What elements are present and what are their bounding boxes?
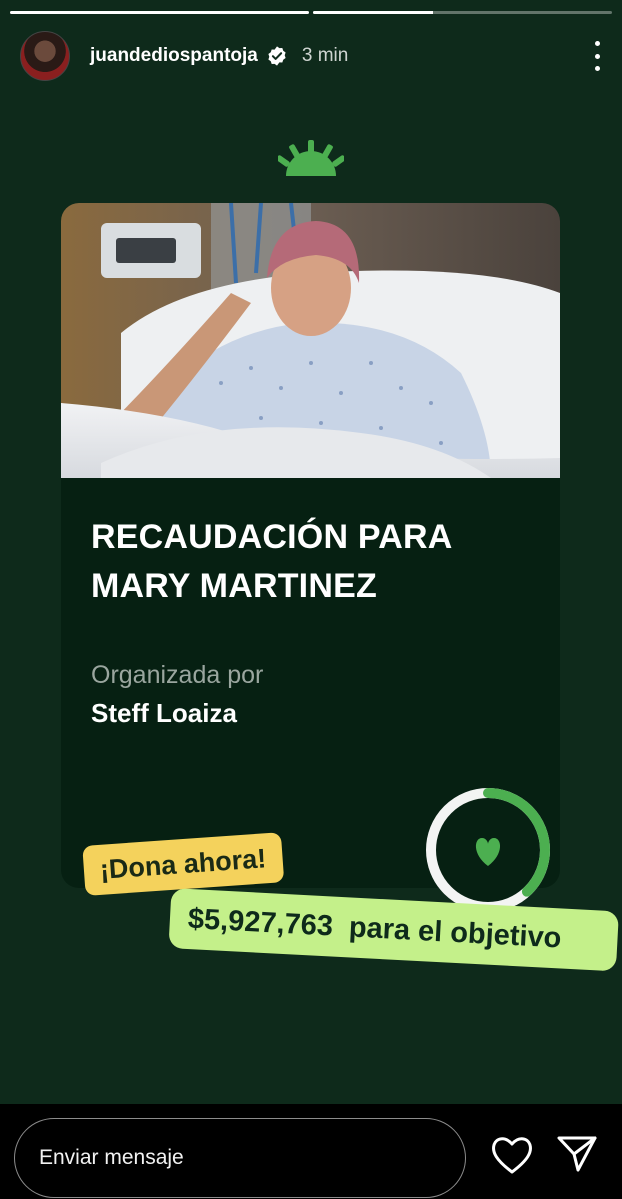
story-progress-segment — [313, 11, 612, 14]
story-progress-fill — [313, 11, 433, 14]
post-time: 3 min — [301, 45, 349, 66]
hospital-photo — [61, 203, 560, 478]
story-header: juandediospantoja 3 min — [20, 28, 602, 84]
more-vertical-icon[interactable] — [592, 41, 602, 71]
gofundme-logo-icon — [278, 140, 344, 176]
story-progress-segment — [10, 11, 309, 14]
send-icon[interactable] — [556, 1134, 598, 1174]
fundraiser-title: RECAUDACIÓN PARA MARY MARTINEZ — [91, 518, 452, 605]
avatar[interactable] — [20, 31, 70, 81]
organizer-label: Organizada por — [91, 661, 264, 689]
story-progress — [10, 11, 612, 14]
heart-outline-icon[interactable] — [490, 1134, 534, 1176]
verified-badge-icon — [268, 46, 286, 66]
goal-amount: $5,927,763 — [187, 902, 334, 943]
message-input[interactable] — [14, 1118, 466, 1198]
story-viewer[interactable]: juandediospantoja 3 min RECAUDACIÓN PARA… — [0, 0, 622, 1104]
goal-suffix: para el objetivo — [348, 910, 563, 954]
username[interactable]: juandediospantoja — [90, 45, 258, 67]
progress-ring — [426, 788, 550, 912]
organizer-name: Steff Loaiza — [91, 698, 237, 728]
story-progress-fill — [10, 11, 309, 14]
